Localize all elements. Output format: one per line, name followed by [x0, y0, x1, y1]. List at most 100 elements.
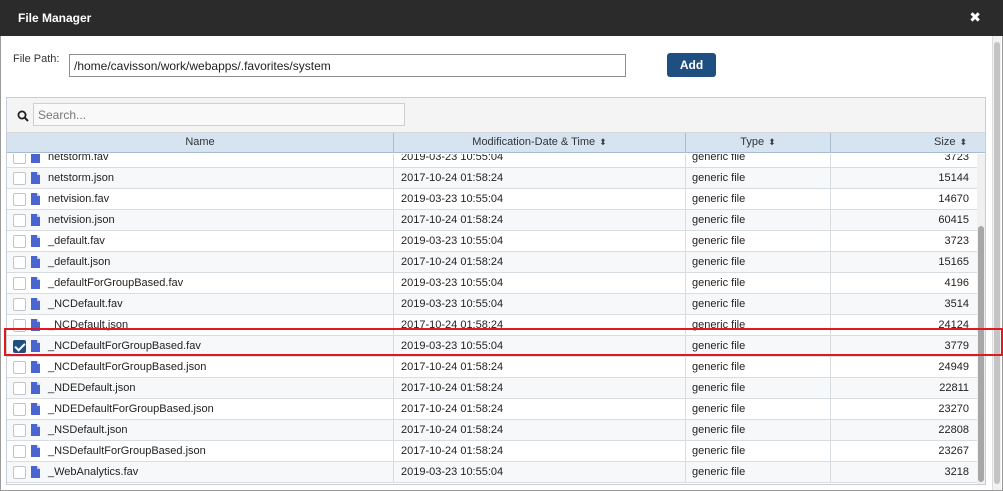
file-name[interactable]: _NCDefaultForGroupBased.fav — [48, 336, 201, 356]
row-checkbox[interactable] — [13, 403, 26, 416]
sort-icon: ⬍ — [768, 137, 776, 147]
dialog-scrollbar[interactable] — [992, 36, 1001, 490]
table-row[interactable]: _NSDefaultForGroupBased.json 2017-10-24 0… — [7, 441, 977, 462]
file-type: generic file — [686, 273, 831, 293]
file-name[interactable]: _default.json — [48, 252, 110, 272]
table-row[interactable]: _NCDefault.fav 2019-03-23 10:55:04 generic… — [7, 294, 977, 315]
file-path-input[interactable] — [69, 54, 626, 77]
table-row[interactable]: _default.fav 2019-03-23 10:55:04 generic f… — [7, 231, 977, 252]
name-cell: netvision.json — [7, 210, 394, 230]
modification-date: 2017-10-24 01:58:24 — [394, 252, 686, 272]
table-row[interactable]: _defaultForGroupBased.fav 2019-03-23 10:5… — [7, 273, 977, 294]
file-name[interactable]: _NCDefaultForGroupBased.json — [48, 357, 206, 377]
search-input[interactable] — [33, 103, 405, 126]
table-row[interactable]: _NSDefault.json 2017-10-24 01:58:24 generi… — [7, 420, 977, 441]
row-checkbox[interactable] — [13, 235, 26, 248]
window-title: File Manager — [18, 11, 92, 25]
table-row[interactable]: _NCDefaultForGroupBased.fav 2019-03-23 10… — [7, 336, 977, 357]
file-type: generic file — [686, 462, 831, 482]
file-name[interactable]: netstorm.fav — [48, 154, 109, 167]
sort-icon: ⬍ — [959, 137, 967, 147]
file-icon — [31, 172, 40, 184]
modification-date: 2019-03-23 10:55:04 — [394, 294, 686, 314]
file-type: generic file — [686, 154, 831, 167]
table-row[interactable]: _NCDefault.json 2017-10-24 01:58:24 generi… — [7, 315, 977, 336]
file-name[interactable]: _defaultForGroupBased.fav — [48, 273, 183, 293]
file-size: 23270 — [938, 403, 969, 415]
table-row[interactable]: _NDEDefault.json 2017-10-24 01:58:24 gener… — [7, 378, 977, 399]
search-bar — [7, 98, 985, 133]
name-cell: netvision.fav — [7, 189, 394, 209]
table-row[interactable]: netstorm.fav 2019-03-23 10:55:04 generic f… — [7, 154, 977, 168]
table-scrollbar-thumb[interactable] — [978, 226, 984, 482]
table-row[interactable]: netstorm.json 2017-10-24 01:58:24 generic … — [7, 168, 977, 189]
modification-date: 2019-03-23 10:55:04 — [394, 336, 686, 356]
table-scrollbar[interactable] — [977, 154, 985, 484]
name-cell: netstorm.fav — [7, 154, 394, 167]
row-checkbox[interactable] — [13, 256, 26, 269]
row-checkbox[interactable] — [13, 277, 26, 290]
file-name[interactable]: _default.fav — [48, 231, 105, 251]
column-header-name[interactable]: Name — [7, 133, 394, 153]
column-header-date[interactable]: Modification-Date & Time ⬍ — [394, 133, 686, 153]
name-cell: _NCDefaultForGroupBased.fav — [7, 336, 394, 356]
name-cell: _NSDefaultForGroupBased.json — [7, 441, 394, 461]
file-name[interactable]: _NSDefaultForGroupBased.json — [48, 441, 206, 461]
file-size: 22811 — [939, 382, 969, 394]
file-icon — [31, 424, 40, 436]
row-checkbox[interactable] — [13, 466, 26, 479]
column-header-size[interactable]: Size ⬍ — [831, 133, 985, 153]
dialog-scrollbar-thumb[interactable] — [994, 42, 1000, 484]
file-name[interactable]: _NDEDefault.json — [48, 378, 135, 398]
row-checkbox[interactable] — [13, 445, 26, 458]
file-name[interactable]: _NDEDefaultForGroupBased.json — [48, 399, 214, 419]
file-size: 3218 — [944, 466, 969, 478]
file-size: 3514 — [944, 298, 969, 310]
file-size: 3779 — [944, 340, 969, 352]
row-checkbox[interactable] — [13, 172, 26, 185]
row-checkbox[interactable] — [13, 340, 26, 353]
table-row[interactable]: _WebAnalytics.fav 2019-03-23 10:55:04 gene… — [7, 462, 977, 483]
table-row[interactable]: netvision.json 2017-10-24 01:58:24 generic… — [7, 210, 977, 231]
row-checkbox[interactable] — [13, 298, 26, 311]
modification-date: 2017-10-24 01:58:24 — [394, 315, 686, 335]
file-icon — [31, 214, 40, 226]
table-row[interactable]: netvision.fav 2019-03-23 10:55:04 generic … — [7, 189, 977, 210]
name-cell: _NSDefault.json — [7, 420, 394, 440]
file-name[interactable]: netvision.fav — [48, 189, 109, 209]
file-type: generic file — [686, 378, 831, 398]
row-checkbox[interactable] — [13, 382, 26, 395]
table-row[interactable]: _NCDefaultForGroupBased.json 2017-10-24 0… — [7, 357, 977, 378]
name-cell: netstorm.json — [7, 168, 394, 188]
row-checkbox[interactable] — [13, 424, 26, 437]
row-checkbox[interactable] — [13, 214, 26, 227]
file-size: 60415 — [938, 214, 969, 226]
table-row[interactable]: _NDEDefaultForGroupBased.json 2017-10-24 … — [7, 399, 977, 420]
file-name[interactable]: _WebAnalytics.fav — [48, 462, 138, 482]
sort-icon: ⬍ — [599, 137, 607, 147]
row-checkbox[interactable] — [13, 319, 26, 332]
file-name[interactable]: _NSDefault.json — [48, 420, 128, 440]
file-name[interactable]: _NCDefault.fav — [48, 294, 123, 314]
file-name[interactable]: _NCDefault.json — [48, 315, 128, 335]
file-grid: Name Modification-Date & Time⬍ Type⬍ Siz… — [6, 97, 986, 485]
name-cell: _NCDefaultForGroupBased.json — [7, 357, 394, 377]
row-checkbox[interactable] — [13, 154, 26, 164]
file-icon — [31, 193, 40, 205]
column-header-type[interactable]: Type ⬍ — [686, 133, 831, 153]
row-checkbox[interactable] — [13, 361, 26, 374]
add-button[interactable]: Add — [667, 53, 716, 77]
file-name[interactable]: netvision.json — [48, 210, 115, 230]
modification-date: 2017-10-24 01:58:24 — [394, 168, 686, 188]
file-icon — [31, 319, 40, 331]
row-checkbox[interactable] — [13, 193, 26, 206]
table-row[interactable]: _default.json 2017-10-24 01:58:24 generic … — [7, 252, 977, 273]
file-size: 23267 — [938, 445, 969, 457]
close-icon[interactable]: ✖ — [969, 10, 981, 24]
file-name[interactable]: netstorm.json — [48, 168, 114, 188]
file-icon — [31, 340, 40, 352]
column-header-size-label: Size — [934, 136, 956, 148]
name-cell: _NDEDefaultForGroupBased.json — [7, 399, 394, 419]
modification-date: 2017-10-24 01:58:24 — [394, 357, 686, 377]
file-icon — [31, 445, 40, 457]
